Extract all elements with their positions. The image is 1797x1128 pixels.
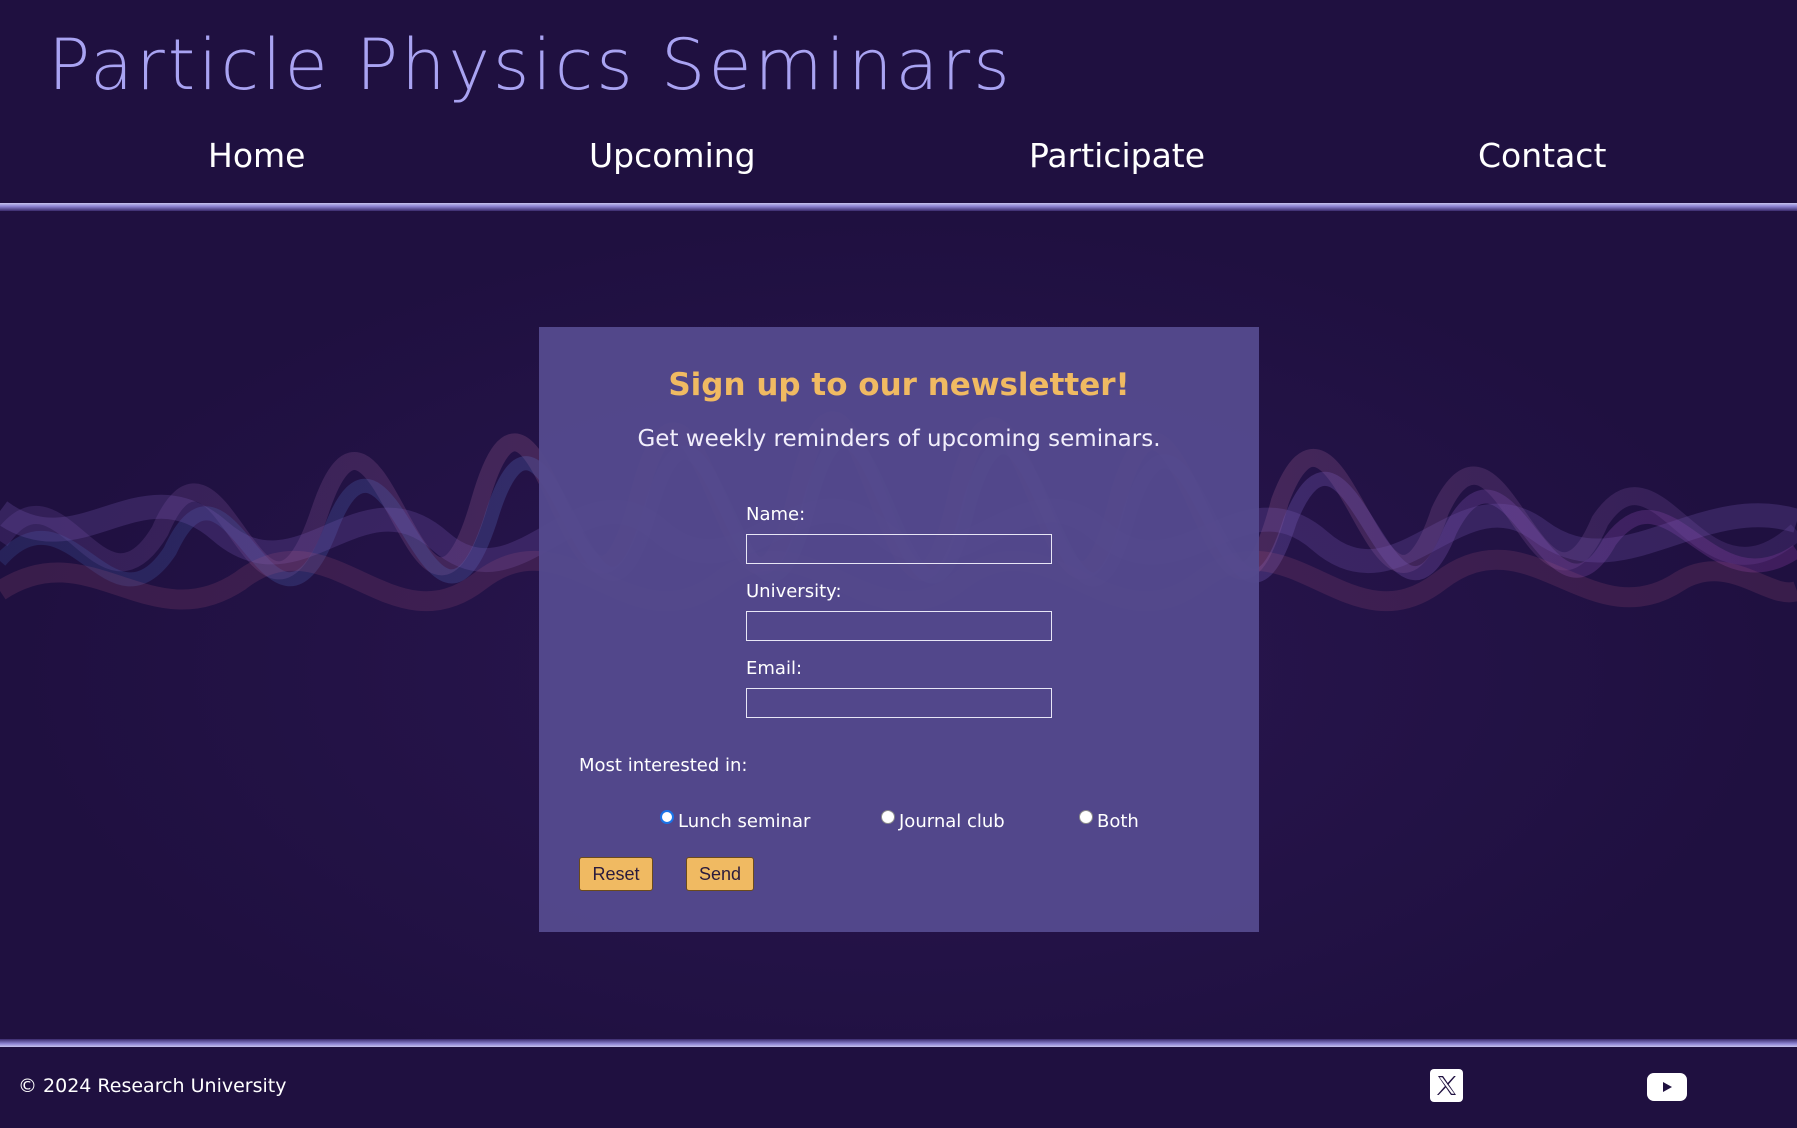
interest-label: Most interested in:	[579, 755, 748, 776]
reset-button[interactable]: Reset	[579, 857, 653, 891]
site-title: Particle Physics Seminars	[48, 24, 1013, 106]
site-header: Particle Physics Seminars Home Upcoming …	[0, 0, 1797, 205]
nav-participate[interactable]: Participate	[1029, 136, 1205, 175]
option-both[interactable]: Both	[1079, 808, 1139, 832]
radio-journal-club[interactable]	[881, 810, 895, 824]
university-input[interactable]	[746, 611, 1052, 641]
university-label: University:	[746, 581, 842, 602]
option-journal-club[interactable]: Journal club	[881, 808, 1005, 832]
youtube-icon[interactable]	[1647, 1073, 1687, 1101]
name-input[interactable]	[746, 534, 1052, 564]
send-button[interactable]: Send	[686, 857, 754, 891]
site-footer: © 2024 Research University	[0, 1047, 1797, 1128]
copyright-text: © 2024 Research University	[18, 1075, 287, 1097]
footer-divider	[0, 1039, 1797, 1047]
x-twitter-icon[interactable]	[1430, 1069, 1463, 1102]
radio-both[interactable]	[1079, 810, 1093, 824]
option-label: Both	[1097, 811, 1139, 832]
nav-upcoming[interactable]: Upcoming	[589, 136, 756, 175]
email-label: Email:	[746, 658, 803, 679]
nav-contact[interactable]: Contact	[1478, 136, 1606, 175]
radio-lunch-seminar[interactable]	[660, 810, 674, 824]
option-label: Lunch seminar	[678, 811, 811, 832]
option-lunch-seminar[interactable]: Lunch seminar	[660, 808, 810, 832]
option-label: Journal club	[899, 811, 1005, 832]
newsletter-title: Sign up to our newsletter!	[668, 367, 1130, 403]
nav-home[interactable]: Home	[208, 136, 305, 175]
email-input[interactable]	[746, 688, 1052, 718]
header-divider	[0, 203, 1797, 211]
newsletter-subtitle: Get weekly reminders of upcoming seminar…	[637, 426, 1161, 452]
name-label: Name:	[746, 504, 806, 525]
newsletter-form: Sign up to our newsletter! Get weekly re…	[539, 327, 1259, 932]
